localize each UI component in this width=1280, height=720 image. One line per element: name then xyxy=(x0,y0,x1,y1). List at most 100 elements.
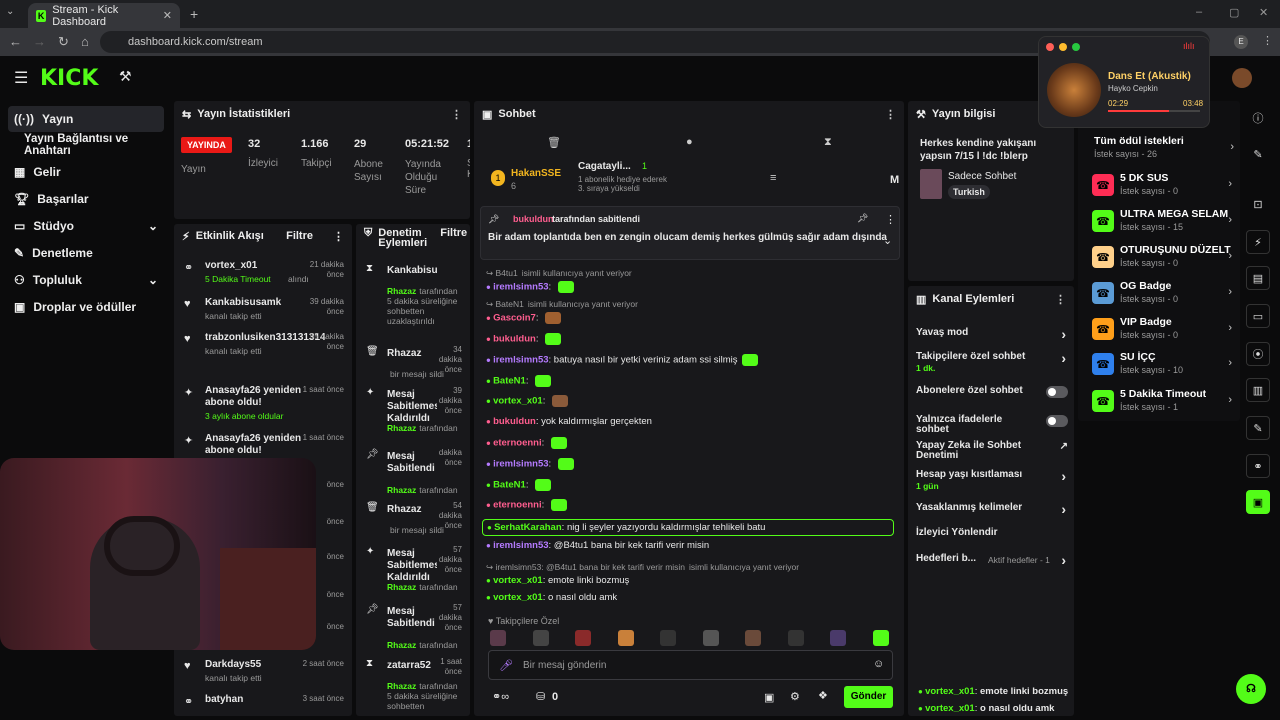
chat-username[interactable]: iremlsimn53 xyxy=(493,355,548,366)
chat-username[interactable]: eternoenni xyxy=(493,438,542,449)
filter-button[interactable]: Filtre xyxy=(286,230,313,242)
chat-input[interactable]: 🎤︎ Bir mesaj gönderin ☺ xyxy=(488,650,893,680)
chat-message[interactable]: ● Gascoin7: xyxy=(486,312,562,324)
reload-icon[interactable]: ↻ xyxy=(58,34,69,50)
chat-message[interactable]: ● vortex_x01: o nasıl oldu amk xyxy=(486,592,617,603)
support-icon[interactable]: ☊ xyxy=(1236,674,1266,704)
reward-item[interactable]: ☎ OTURUŞUNU DÜZELT İstek sayısı - 0 › xyxy=(1092,244,1232,274)
minimize-dot[interactable] xyxy=(1059,43,1067,51)
reward-item[interactable]: ☎ SU İÇÇ İstek sayısı - 10 › xyxy=(1092,351,1232,381)
channel-action[interactable]: Hesap yaşı kısıtlaması 1 gün › xyxy=(916,468,1068,491)
channel-action[interactable]: Abonelere özel sohbet xyxy=(916,386,1068,398)
user-avatar[interactable] xyxy=(1232,68,1252,88)
chat-username[interactable]: iremlsimn53 xyxy=(493,282,548,293)
chat-message[interactable]: ● BateN1: xyxy=(486,479,552,491)
chat-username[interactable]: BateN1 xyxy=(493,376,526,387)
reward-item[interactable]: ☎ ULTRA MEGA SELAM İstek sayısı - 15 › xyxy=(1092,208,1232,238)
sidebar-item-stream-key[interactable]: Yayın Bağlantısı ve Anahtarı xyxy=(8,132,172,158)
trash-icon[interactable]: 🗑︎ xyxy=(547,136,561,149)
top-gifter-card[interactable]: 1 HakanSSE 6 xyxy=(486,160,566,196)
chat-username[interactable]: vortex_x01 xyxy=(493,396,543,407)
minimize-button[interactable]: – xyxy=(1196,6,1202,18)
follower-emote-icon[interactable] xyxy=(532,630,549,646)
chat-message[interactable]: ● vortex_x01: xyxy=(486,395,568,407)
follower-emote-icon[interactable] xyxy=(575,630,591,646)
chat-message[interactable]: ● BateN1: xyxy=(486,375,552,387)
chat-message[interactable]: ● iremlsimn53: xyxy=(486,281,574,293)
profile-avatar[interactable]: E xyxy=(1234,35,1248,49)
capture-icon[interactable]: ⊡ xyxy=(1246,192,1270,216)
channel-action[interactable]: Takipçilere özel sohbet 1 dk. › xyxy=(916,350,1068,373)
chat-settings-icon[interactable]: ▣ xyxy=(764,691,774,704)
chat-icon[interactable]: ▭ xyxy=(1246,304,1270,328)
toggle-switch[interactable] xyxy=(1046,415,1068,427)
chat-username[interactable]: bukuldun xyxy=(493,416,536,427)
follower-emote-icon[interactable] xyxy=(702,630,719,646)
layout-icon[interactable]: ▥ xyxy=(1246,378,1270,402)
chat-username[interactable]: SerhatKarahan xyxy=(494,522,562,533)
close-window-button[interactable]: ✕ xyxy=(1259,6,1268,19)
gear-icon[interactable]: ⚙ xyxy=(790,690,800,703)
collapse-icon[interactable]: ≡ xyxy=(770,172,776,184)
emoji-icon[interactable]: ☺ xyxy=(873,658,884,670)
toggle-switch[interactable] xyxy=(1046,386,1068,398)
maximize-button[interactable]: ▢ xyxy=(1229,6,1239,19)
chat-username[interactable]: Gascoin7 xyxy=(493,313,536,324)
community-icon[interactable]: ⚭∞ xyxy=(492,690,509,703)
sidebar-item-drops[interactable]: ▣ Droplar ve ödüller xyxy=(8,294,164,320)
wrench-icon[interactable]: ✎ xyxy=(1246,416,1270,440)
follower-emote-icon[interactable] xyxy=(787,630,804,646)
community-icon[interactable]: ⚭ xyxy=(1246,454,1270,478)
sidebar-item-studio[interactable]: ▭ Stüdyo ⌄ xyxy=(8,213,164,239)
tab-close-icon[interactable]: ✕ xyxy=(163,9,172,22)
tab-search-icon[interactable]: ⌄ xyxy=(6,6,22,22)
channel-action[interactable]: Hedefleri b... Aktif hedefler - 1 › xyxy=(916,552,1068,568)
chat-bubble-icon[interactable]: ● xyxy=(686,136,693,148)
sidebar-item-moderation[interactable]: ✎ Denetleme xyxy=(8,240,164,266)
home-icon[interactable]: ⌂ xyxy=(81,34,89,49)
reward-item[interactable]: ☎ OG Badge İstek sayısı - 0 › xyxy=(1092,280,1232,310)
sidebar-item-community[interactable]: ⚇ Topluluk ⌄ xyxy=(8,267,164,293)
chat-message[interactable]: ● bukuldun: yok kaldırmışlar gerçekten xyxy=(486,416,652,427)
sidebar-item-stream[interactable]: ((·)) Yayın xyxy=(8,106,164,132)
back-icon[interactable]: ← xyxy=(9,34,22,49)
chat-message[interactable]: ● iremlsimn53: xyxy=(486,458,574,470)
reward-item[interactable]: ☎ VIP Badge İstek sayısı - 0 › xyxy=(1092,316,1232,346)
chat-message[interactable]: ● vortex_x01: emote linki bozmuş xyxy=(486,575,629,586)
follower-emote-icon[interactable] xyxy=(872,630,889,646)
more-icon[interactable]: ⋮ xyxy=(451,108,462,121)
edit-icon[interactable]: ✎ xyxy=(1246,142,1270,166)
hourglass-icon[interactable]: ⧗ xyxy=(824,136,832,149)
pinned-message[interactable]: 📌︎ bukuldun tarafından sabitlendi 📌︎ ⋮ B… xyxy=(480,206,900,260)
lightning-icon[interactable]: ⚡︎ xyxy=(1246,230,1270,254)
chat-username[interactable]: eternoenni xyxy=(493,500,542,511)
channel-action[interactable]: Yapay Zeka ile Sohbet Denetimi ↗ xyxy=(916,441,1068,461)
points-icon[interactable]: ⛁ xyxy=(536,690,545,703)
reward-item[interactable]: ☎ 5 Dakika Timeout İstek sayısı - 1 › xyxy=(1092,388,1232,418)
send-button[interactable]: Gönder xyxy=(844,686,893,708)
more-icon[interactable]: ⋮ xyxy=(1055,293,1066,306)
channel-action[interactable]: Yasaklanmış kelimeler › xyxy=(916,501,1068,517)
add-widget-icon[interactable]: ▣ xyxy=(1246,490,1270,514)
sidebar-item-achievements[interactable]: 🏆︎ Başarılar xyxy=(8,186,164,212)
filter-button[interactable]: Filtre xyxy=(440,228,467,239)
document-icon[interactable]: ▤ xyxy=(1246,266,1270,290)
chat-message[interactable]: ● eternoenni: xyxy=(486,499,567,511)
info-icon[interactable]: ⓘ xyxy=(1246,106,1270,130)
browser-menu-icon[interactable]: ⋮ xyxy=(1262,34,1273,47)
chat-message[interactable]: ● bukuldun: xyxy=(486,333,562,345)
channel-action[interactable]: İzleyici Yönlendir xyxy=(916,528,1068,538)
chat-username[interactable]: vortex_x01 xyxy=(493,575,543,586)
new-tab-button[interactable]: + xyxy=(190,6,198,22)
follower-emote-icon[interactable] xyxy=(830,630,846,646)
chat-username[interactable]: BateN1 xyxy=(493,480,526,491)
unpin-icon[interactable]: 📌︎ xyxy=(857,213,868,224)
forward-icon[interactable]: → xyxy=(33,34,46,49)
emote-picker-icon[interactable]: ❖ xyxy=(818,689,828,702)
chat-message[interactable]: ● iremlsimn53: @B4tu1 bana bir kek tarif… xyxy=(486,540,709,551)
broadcast-icon[interactable]: ⦿ xyxy=(1246,342,1270,366)
chat-username[interactable]: iremlsimn53 xyxy=(493,459,548,470)
chat-message[interactable]: ● eternoenni: xyxy=(486,437,567,449)
chat-username[interactable]: bukuldun xyxy=(493,334,536,345)
follower-emote-icon[interactable] xyxy=(745,630,761,646)
